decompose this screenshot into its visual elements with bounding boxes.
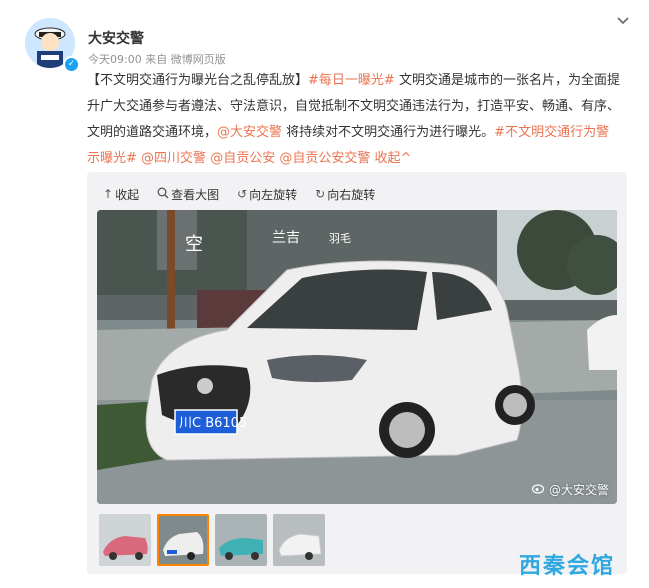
rotate-left-icon: ↺: [237, 187, 248, 201]
rotate-right-button[interactable]: ↻ 向右旋转: [315, 184, 375, 204]
rotate-right-label: 向右旋转: [327, 187, 376, 202]
mention-daan[interactable]: @大安交警: [217, 125, 282, 140]
weibo-icon: [531, 482, 546, 497]
view-large-label: 查看大图: [171, 187, 220, 202]
avatar[interactable]: ✓: [25, 18, 80, 73]
mention-zigong[interactable]: @自贡公安: [210, 151, 275, 166]
thumb-white-audi-image: [273, 514, 325, 566]
collapse-text-button[interactable]: 收起^: [375, 151, 412, 166]
main-photo[interactable]: 空 兰吉 羽毛 川C B6105 @大安交警: [97, 210, 617, 504]
thumbnail-teal-car[interactable]: [215, 514, 267, 566]
user-name[interactable]: 大安交警: [88, 28, 144, 48]
collapse-media-button[interactable]: ↑ 收起: [103, 184, 139, 204]
shop-sign-2: 兰吉: [272, 230, 300, 246]
photo-watermark: @大安交警: [531, 481, 609, 498]
thumb-red-car-image: [99, 514, 151, 566]
verified-icon: ✓: [63, 56, 80, 73]
thumbnail-white-buick[interactable]: [157, 514, 209, 566]
hashtag-daily-exposure[interactable]: #每日一曝光#: [308, 73, 395, 88]
mention-sichuan[interactable]: @四川交警: [141, 151, 206, 166]
post-meta: 今天09:00 来自 微博网页版: [88, 51, 226, 67]
zoom-icon: [157, 187, 169, 202]
mention-zigong-traffic[interactable]: @自贡公安交警: [279, 151, 370, 166]
thumb-teal-car-image: [215, 514, 267, 566]
thumbnail-strip: [99, 514, 325, 566]
post-source: 来自 微博网页版: [145, 53, 226, 66]
rotate-left-label: 向左旋转: [249, 187, 298, 202]
post-text: 【不文明交通行为曝光台之乱停乱放】#每日一曝光# 文明交通是城市的一张名片，为全…: [87, 68, 622, 172]
chevron-up-icon: ^: [400, 151, 412, 166]
collapse-text-label: 收起: [374, 151, 401, 166]
view-large-button[interactable]: 查看大图: [157, 184, 219, 204]
watermark-text: @大安交警: [548, 483, 609, 497]
arrow-up-icon: ↑: [103, 187, 114, 201]
thumbnail-white-audi[interactable]: [273, 514, 325, 566]
post-intro: 【不文明交通行为曝光台之乱停乱放】: [87, 73, 309, 88]
shop-sign-3: 羽毛: [329, 232, 351, 245]
media-panel: ↑ 收起 查看大图 ↺ 向左旋转 ↻ 向右旋转 空 兰吉 羽毛 川C B6105…: [87, 172, 627, 574]
shop-sign-1: 空: [185, 234, 203, 255]
post-continue: 将持续对不文明交通行为进行曝光。: [282, 125, 495, 140]
more-chevron-icon[interactable]: [614, 14, 632, 32]
media-toolbar: ↑ 收起 查看大图 ↺ 向左旋转 ↻ 向右旋转: [103, 184, 375, 204]
thumbnail-red-car[interactable]: [99, 514, 151, 566]
rotate-left-button[interactable]: ↺ 向左旋转: [237, 184, 297, 204]
post-time[interactable]: 今天09:00: [88, 53, 142, 66]
rotate-right-icon: ↻: [315, 187, 326, 201]
thumb-white-buick-image: [157, 514, 209, 566]
car-photo: 空 兰吉 羽毛 川C B6105: [97, 210, 617, 504]
collapse-media-label: 收起: [115, 187, 140, 202]
license-plate: 川C B6105: [179, 416, 247, 431]
site-logo: 西秦会馆: [519, 554, 616, 579]
